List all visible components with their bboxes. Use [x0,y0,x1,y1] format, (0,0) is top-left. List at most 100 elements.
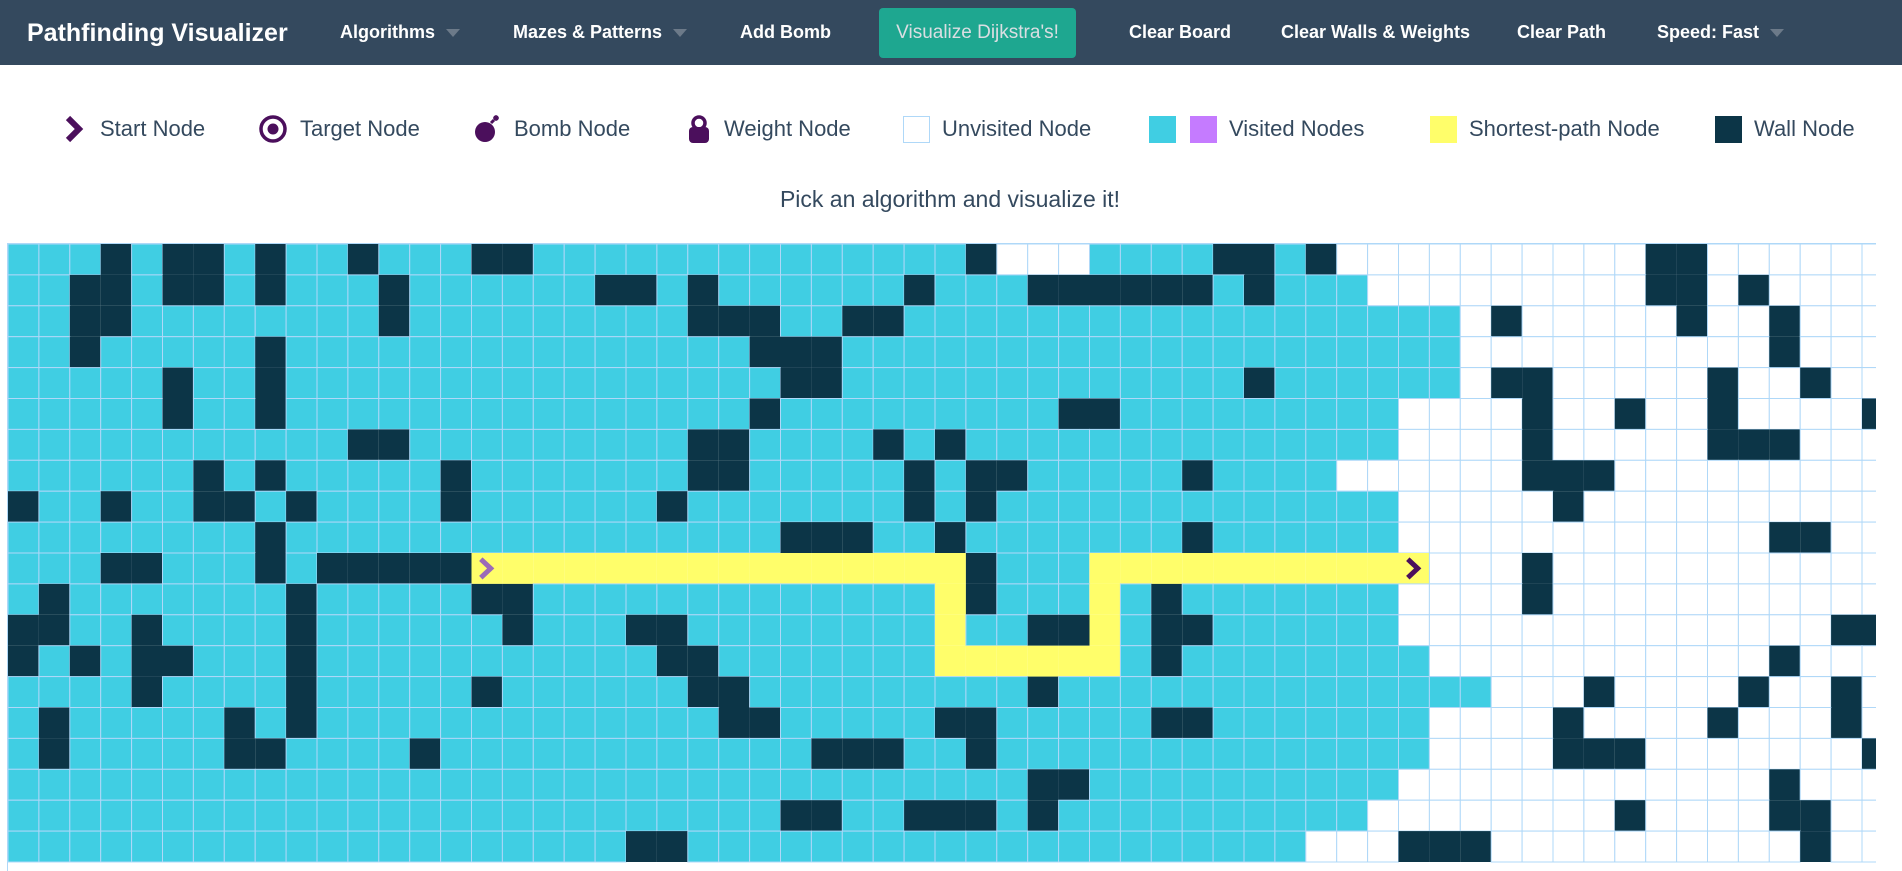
visited-node[interactable] [872,645,905,678]
visited-node[interactable] [192,428,225,461]
visited-node[interactable] [1058,552,1090,585]
visited-node[interactable] [934,676,967,709]
visited-node[interactable] [872,367,905,399]
unvisited-node[interactable] [1490,737,1523,770]
visited-node[interactable] [1274,521,1307,554]
visited-node[interactable] [934,737,967,770]
wall-node[interactable] [965,738,997,770]
visited-node[interactable] [810,274,843,307]
visited-node[interactable] [409,428,442,461]
visited-node[interactable] [1367,737,1399,770]
visited-node[interactable] [1305,799,1338,832]
visited-node[interactable] [440,583,473,616]
visited-node[interactable] [1058,428,1090,461]
unvisited-node[interactable] [1768,244,1801,276]
wall-node[interactable] [749,707,781,739]
wall-node[interactable] [131,676,163,708]
clear-board-button[interactable]: Clear Board [1129,0,1231,65]
visited-node[interactable] [872,830,905,863]
visited-node[interactable] [1243,398,1276,430]
unvisited-node[interactable] [1490,336,1523,369]
wall-node[interactable] [1151,274,1183,306]
visited-node[interactable] [38,305,71,338]
unvisited-node[interactable] [1707,737,1739,770]
wall-node[interactable] [935,429,966,461]
visited-node[interactable] [409,398,442,430]
visited-node[interactable] [378,398,411,430]
visited-node[interactable] [409,521,442,554]
visited-node[interactable] [409,305,442,338]
visited-node[interactable] [162,737,194,770]
visited-node[interactable] [8,305,40,338]
visited-node[interactable] [192,521,225,554]
unvisited-node[interactable] [1583,707,1616,739]
wall-node[interactable] [749,305,781,337]
unvisited-node[interactable] [1552,830,1585,863]
visited-node[interactable] [1367,645,1399,678]
visited-node[interactable] [100,799,133,832]
visited-node[interactable] [8,552,40,585]
visited-node[interactable] [625,768,658,801]
visited-node[interactable] [192,676,225,709]
visited-node[interactable] [594,428,627,461]
unvisited-node[interactable] [1614,645,1647,678]
unvisited-node[interactable] [1861,428,1876,461]
visited-node[interactable] [903,521,936,554]
wall-node[interactable] [162,244,194,275]
wall-node[interactable] [1769,645,1801,677]
visited-node[interactable] [223,398,256,430]
visited-node[interactable] [1428,336,1461,369]
visited-node[interactable] [440,274,473,307]
unvisited-node[interactable] [1768,676,1801,709]
unvisited-node[interactable] [1737,490,1770,523]
visited-node[interactable] [1428,676,1461,709]
unvisited-node[interactable] [1799,552,1832,585]
unvisited-node[interactable] [1861,707,1876,739]
unvisited-node[interactable] [1830,305,1863,338]
visited-node[interactable] [1119,305,1152,338]
unvisited-node[interactable] [1830,645,1863,678]
visited-node[interactable] [1243,459,1276,492]
unvisited-node[interactable] [1799,244,1832,276]
visited-node[interactable] [934,336,967,369]
visited-node[interactable] [285,274,318,307]
visited-node[interactable] [563,676,596,709]
visited-node[interactable] [223,305,256,338]
visited-node[interactable] [131,583,163,616]
visited-node[interactable] [563,614,596,647]
wall-node[interactable] [1676,274,1708,306]
brand-title[interactable]: Pathfinding Visualizer [27,19,288,48]
visited-node[interactable] [38,521,71,554]
visited-node[interactable] [872,583,905,616]
visited-node[interactable] [810,614,843,647]
visited-node[interactable] [718,398,751,430]
visited-node[interactable] [471,336,503,369]
visited-node[interactable] [8,244,40,276]
visited-node[interactable] [532,274,565,307]
visited-node[interactable] [903,244,936,276]
wall-node[interactable] [656,491,688,523]
visited-node[interactable] [749,830,781,863]
visited-node[interactable] [934,305,967,338]
visited-node[interactable] [1305,737,1338,770]
visited-node[interactable] [100,830,133,863]
visited-node[interactable] [810,244,843,276]
wall-node[interactable] [935,522,966,553]
visited-node[interactable] [841,645,874,678]
visited-node[interactable] [8,676,40,709]
visited-node[interactable] [471,645,503,678]
wall-node[interactable] [286,707,317,739]
unvisited-node[interactable] [1645,428,1678,461]
visited-node[interactable] [162,521,194,554]
visited-node[interactable] [1089,737,1121,770]
unvisited-node[interactable] [1799,707,1832,739]
visited-node[interactable] [1274,244,1307,276]
visited-node[interactable] [656,274,689,307]
visited-node[interactable] [780,305,812,338]
visited-node[interactable] [347,645,380,678]
visited-node[interactable] [1119,707,1152,739]
visited-node[interactable] [1398,707,1430,739]
visited-node[interactable] [872,398,905,430]
visited-node[interactable] [378,830,411,863]
wall-node[interactable] [69,336,101,368]
